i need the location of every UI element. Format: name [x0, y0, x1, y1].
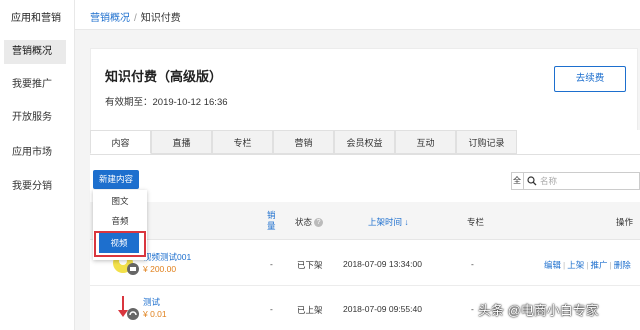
list-link[interactable]: 上架 [567, 260, 584, 270]
plan-card: 知识付费（高级版） 有效期至：2019-10-12 16:36 去续费 [90, 48, 638, 140]
column-header-status: 状态? [295, 216, 324, 228]
sales-cell: - [270, 304, 273, 314]
sidebar-title: 应用和营销 [11, 13, 61, 24]
top-bar: 营销概况 / 知识付费 [75, 0, 640, 30]
dropdown-item-article[interactable]: 图文 [93, 191, 147, 211]
sidebar: 应用和营销 营销概况 我要推广 开放服务 应用市场 我要分销 [0, 0, 75, 330]
column-header-column: 专栏 [467, 217, 485, 227]
column-header-listed-time[interactable]: 上架时间 ↓ [368, 216, 409, 228]
tab-member-rights[interactable]: 会员权益 [334, 130, 395, 154]
ops-separator: | [586, 260, 589, 270]
sidebar-item-distribution[interactable]: 我要分销 [4, 175, 66, 199]
delete-link[interactable]: 删除 [614, 260, 631, 270]
column-cell: - [471, 304, 474, 314]
sidebar-item-promote[interactable]: 我要推广 [4, 73, 66, 97]
ops-separator: | [609, 260, 612, 270]
table-row: 视频测试001 ¥ 200.00 - 已下架 2018-07-09 13:34:… [90, 241, 640, 286]
status-header-label: 状态 [295, 217, 313, 227]
watermark-text: 头条 @电商小白专家 [478, 303, 599, 318]
renew-button[interactable]: 去续费 [554, 66, 626, 92]
tab-interaction[interactable]: 互动 [395, 130, 456, 154]
column-cell: - [471, 259, 474, 269]
sidebar-item-app-market[interactable]: 应用市场 [4, 141, 66, 165]
product-price: ¥ 200.00 [143, 264, 177, 274]
breadcrumb: 营销概况 / 知识付费 [90, 9, 181, 24]
edit-link[interactable]: 编辑 [544, 260, 561, 270]
tab-content[interactable]: 内容 [90, 130, 151, 154]
tab-divider [90, 154, 640, 155]
tab-column[interactable]: 专栏 [212, 130, 273, 154]
column-header-ops: 操作 [616, 217, 634, 227]
new-content-button[interactable]: 新建内容 [93, 170, 139, 189]
search-input[interactable] [540, 173, 638, 189]
product-price: ¥ 0.01 [143, 309, 167, 319]
highlight-box [94, 231, 146, 257]
tab-marketing[interactable]: 营销 [273, 130, 334, 154]
promote-link[interactable]: 推广 [590, 260, 607, 270]
sales-cell: - [270, 259, 273, 269]
tab-order-records[interactable]: 订购记录 [456, 130, 517, 154]
help-icon[interactable]: ? [314, 218, 324, 228]
plan-title: 知识付费（高级版） [105, 69, 223, 84]
sidebar-item-marketing-overview[interactable]: 营销概况 [4, 40, 66, 64]
search-type-select[interactable]: 全 [511, 172, 523, 190]
product-name[interactable]: 视频测试001 [143, 251, 191, 263]
search-icon[interactable] [527, 176, 537, 186]
time-cell: 2018-07-09 13:34:00 [343, 259, 422, 269]
audio-thumbnail-icon [118, 296, 139, 320]
ops-separator: | [563, 260, 566, 270]
table-header: 销量 状态? 上架时间 ↓ 专栏 操作 [90, 202, 640, 240]
dropdown-item-audio[interactable]: 音频 [93, 211, 147, 231]
breadcrumb-current: 知识付费 [140, 13, 181, 24]
column-header-sales[interactable]: 销量 [267, 210, 277, 232]
search-box [523, 172, 640, 190]
row-actions: 编辑 | 上架 | 推广 | 删除 [544, 259, 631, 271]
tab-live[interactable]: 直播 [151, 130, 212, 154]
plan-validity: 有效期至：2019-10-12 16:36 [105, 97, 228, 108]
breadcrumb-separator: / [134, 13, 137, 24]
status-cell: 已下架 [297, 260, 323, 270]
product-name[interactable]: 测试 [143, 296, 160, 308]
main-content: 知识付费（高级版） 有效期至：2019-10-12 16:36 去续费 内容 直… [75, 30, 640, 330]
sidebar-item-open-service[interactable]: 开放服务 [4, 106, 66, 130]
breadcrumb-link[interactable]: 营销概况 [90, 13, 130, 24]
status-cell: 已上架 [297, 305, 323, 315]
time-cell: 2018-07-09 09:55:40 [343, 304, 422, 314]
